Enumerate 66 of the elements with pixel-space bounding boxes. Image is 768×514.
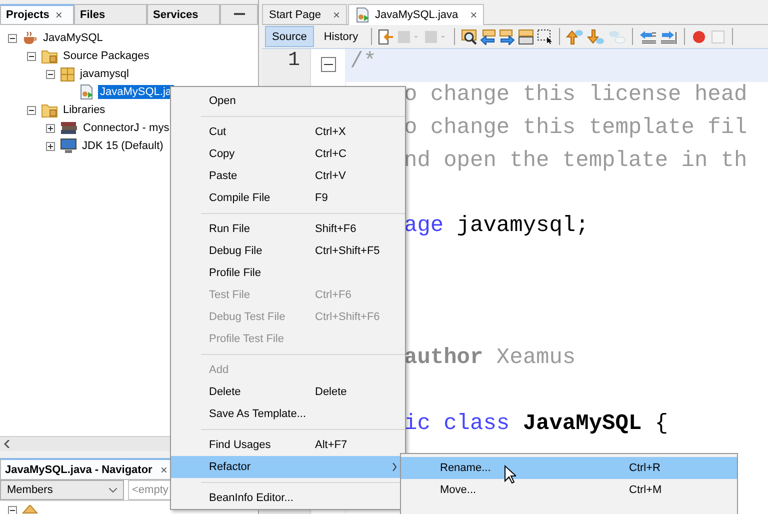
- close-button[interactable]: ×: [160, 462, 168, 476]
- chevron-down-icon: [109, 488, 117, 492]
- books-icon: [60, 120, 78, 136]
- folder-icon: [41, 48, 58, 64]
- arrow-up-icon[interactable]: [566, 28, 584, 46]
- menu-item[interactable]: Open: [171, 90, 405, 112]
- tree-item[interactable]: Libraries: [61, 103, 108, 117]
- collapse-icon[interactable]: [8, 506, 17, 514]
- minimize-icon: [234, 13, 244, 16]
- editor-tab[interactable]: Start Page ×: [262, 4, 347, 24]
- menu-item[interactable]: Find Usages Alt+F7: [171, 434, 405, 456]
- tree-item[interactable]: ConnectorJ - mys: [81, 121, 172, 135]
- menu-item[interactable]: Delete Delete: [171, 381, 405, 403]
- code-line: nd open the template in th: [403, 148, 748, 175]
- code-line: author Xeamus: [403, 345, 577, 372]
- package-icon: [60, 66, 75, 82]
- menu-item[interactable]: Cut Ctrl+X: [171, 121, 405, 143]
- menu-item[interactable]: Compile File F9: [171, 187, 405, 209]
- tree-item[interactable]: JavaMySQL: [41, 31, 105, 45]
- find-previous-icon[interactable]: [480, 28, 496, 46]
- panel-tab[interactable]: Projects ×: [0, 4, 74, 24]
- collapse-icon[interactable]: [27, 52, 36, 60]
- last-edit-icon[interactable]: [378, 28, 394, 46]
- search-icon[interactable]: [461, 28, 478, 46]
- mouse-pointer-icon: [504, 465, 516, 484]
- chevron-right-icon: [392, 463, 397, 471]
- menu-item[interactable]: Move... Ctrl+M: [401, 479, 737, 501]
- code-line: o change this template fil: [403, 114, 748, 142]
- tree-item[interactable]: JavaMySQL.ja: [98, 85, 174, 99]
- view-tab[interactable]: History: [316, 26, 366, 47]
- folder-icon: [41, 102, 58, 118]
- code-line: ic class JavaMySQL {: [403, 410, 670, 438]
- coffee-cup-icon: [22, 30, 38, 46]
- menu-item[interactable]: Profile File: [171, 262, 405, 284]
- menu-item[interactable]: Paste Ctrl+V: [171, 165, 405, 187]
- java-file-icon: [79, 84, 95, 100]
- minimize-button[interactable]: [220, 4, 258, 24]
- tree-item[interactable]: javamysql: [78, 67, 131, 81]
- menu-item[interactable]: Copy Ctrl+C: [171, 143, 405, 165]
- expand-icon[interactable]: [46, 124, 55, 132]
- class-icon: [22, 505, 38, 514]
- code-line: o change this license head: [403, 82, 748, 109]
- menu-item[interactable]: Rename... Ctrl+R: [401, 457, 737, 479]
- collapse-icon[interactable]: [27, 106, 36, 114]
- editor-tab[interactable]: JavaMySQL.java ×: [348, 4, 484, 25]
- arrow-down-icon[interactable]: [587, 28, 606, 46]
- rectangle-select-icon[interactable]: [537, 28, 554, 46]
- menu-item[interactable]: Run File Shift+F6: [171, 218, 405, 240]
- collapse-icon[interactable]: [8, 34, 17, 42]
- line-number: 1: [286, 49, 301, 74]
- menu-item[interactable]: Debug File Ctrl+Shift+F5: [171, 240, 405, 262]
- chevron-left-icon[interactable]: [4, 440, 10, 448]
- highlight-icon[interactable]: [518, 28, 534, 46]
- tree-item[interactable]: Source Packages: [61, 49, 152, 63]
- tree-item[interactable]: JDK 15 (Default): [80, 139, 166, 153]
- members-dropdown[interactable]: Members: [0, 480, 124, 500]
- menu-item[interactable]: Save As Template...: [171, 403, 405, 425]
- monitor-icon: [60, 138, 77, 154]
- collapse-icon[interactable]: [46, 70, 55, 78]
- panel-title: JavaMySQL.java - Navigator: [5, 464, 152, 476]
- fold-icon[interactable]: [320, 57, 336, 72]
- panel-tab[interactable]: Services: [147, 4, 220, 24]
- find-next-icon[interactable]: [499, 28, 516, 46]
- expand-icon[interactable]: [46, 142, 55, 150]
- view-tab[interactable]: Source: [265, 26, 314, 47]
- panel-tab[interactable]: Files: [74, 4, 147, 24]
